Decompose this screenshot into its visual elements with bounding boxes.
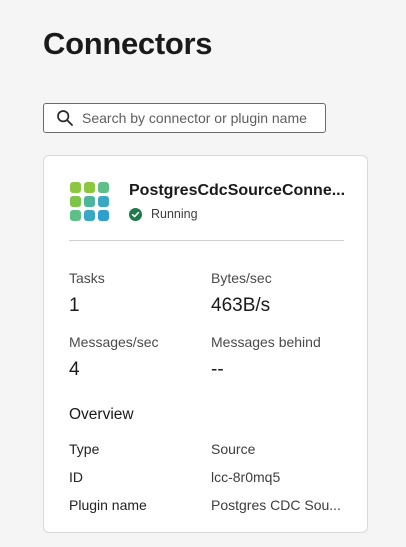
metric-value: -- bbox=[211, 359, 224, 380]
metric-value: 1 bbox=[69, 295, 80, 316]
search-input[interactable] bbox=[82, 110, 322, 126]
connector-card[interactable]: PostgresCdcSourceConne... Running Tasks … bbox=[43, 155, 368, 533]
metric-label: Bytes/sec bbox=[211, 270, 272, 286]
connector-header: PostgresCdcSourceConne... Running bbox=[69, 181, 347, 241]
metric-value: 463B/s bbox=[211, 295, 271, 316]
metric-bytes-per-sec: Bytes/sec 463B/s bbox=[211, 269, 272, 318]
metric-label: Messages/sec bbox=[69, 334, 159, 350]
search-box[interactable] bbox=[43, 103, 326, 133]
overview-row-id: ID lcc-8r0mq5 bbox=[69, 469, 344, 487]
status-text: Running bbox=[151, 207, 198, 221]
connector-name[interactable]: PostgresCdcSourceConne... bbox=[129, 182, 347, 200]
metric-label: Messages behind bbox=[211, 334, 321, 350]
divider bbox=[69, 240, 344, 241]
metric-messages-per-sec: Messages/sec 4 bbox=[69, 333, 158, 382]
overview-key: Type bbox=[69, 441, 100, 457]
overview-row-plugin-name: Plugin name Postgres CDC Sou... bbox=[69, 497, 344, 515]
grid-tile-logo-icon bbox=[69, 181, 111, 223]
overview-value: lcc-8r0mq5 bbox=[211, 469, 281, 485]
page-title: Connectors bbox=[43, 26, 213, 61]
overview-value: Postgres CDC Sou... bbox=[211, 497, 341, 513]
overview-key: ID bbox=[69, 469, 83, 485]
search-icon bbox=[56, 109, 74, 127]
metric-tasks: Tasks 1 bbox=[69, 269, 105, 318]
overview-heading: Overview bbox=[69, 406, 134, 423]
metric-messages-behind: Messages behind -- bbox=[211, 333, 321, 382]
status-badge: Running bbox=[129, 207, 198, 221]
overview-value: Source bbox=[211, 441, 256, 457]
overview-key: Plugin name bbox=[69, 497, 147, 513]
check-circle-icon bbox=[129, 207, 142, 221]
overview-row-type: Type Source bbox=[69, 441, 344, 459]
metric-label: Tasks bbox=[69, 270, 105, 286]
metric-value: 4 bbox=[69, 359, 80, 380]
